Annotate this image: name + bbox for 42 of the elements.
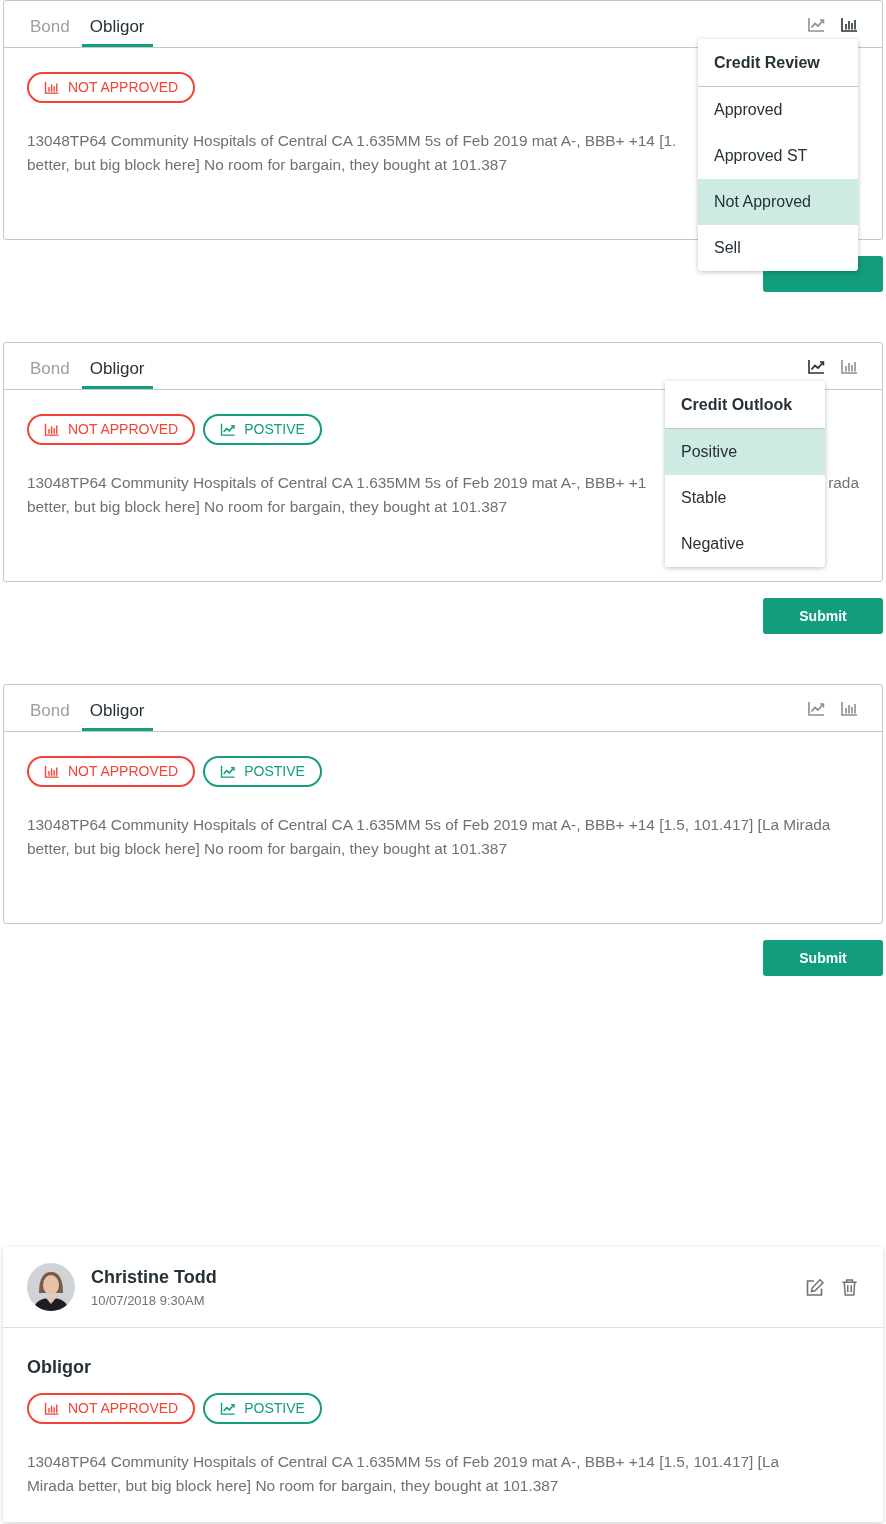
bar-chart-icon <box>44 765 60 778</box>
note-text: 13048TP64 Community Hospitals of Central CA 1.635MM 5s of Feb 2019 mat A-, BBB+ +14 [1.5, 101.417] [La <box>27 1452 779 1472</box>
line-chart-icon <box>220 1402 237 1415</box>
menu-title: Credit Outlook <box>665 380 825 429</box>
tag-label: POSTIVE <box>244 762 305 781</box>
author-name: Christine Todd <box>91 1265 218 1289</box>
tag-label: POSTIVE <box>244 1399 305 1418</box>
tab[interactable]: Obligor <box>81 688 153 731</box>
line-chart-icon[interactable] <box>808 358 825 374</box>
note-text: better, but big block here] No room for bargain, they bought at 101.387 <box>27 497 507 517</box>
note-text: 13048TP64 Community Hospitals of Central CA 1.635MM 5s of Feb 2019 mat A-, BBB+ +14 [1. <box>27 131 677 151</box>
menu-item[interactable]: Not Approved <box>698 178 858 225</box>
note-text: Mirada better, but big block here] No room for bargain, they bought at 101.387 <box>27 1476 559 1496</box>
bar-chart-icon[interactable] <box>841 16 858 32</box>
section-title: Obligor <box>27 1356 92 1379</box>
line-chart-icon <box>220 765 237 778</box>
bar-chart-icon <box>44 81 60 94</box>
menu-item[interactable]: Stable <box>665 474 825 521</box>
tag-label: NOT APPROVED <box>68 1399 179 1418</box>
note-text: 13048TP64 Community Hospitals of Central CA 1.635MM 5s of Feb 2019 mat A-, BBB+ +1 <box>27 473 647 493</box>
note-text: rada <box>828 473 859 493</box>
tag-label: NOT APPROVED <box>68 78 179 97</box>
bar-chart-icon <box>44 423 60 436</box>
bar-chart-icon <box>44 1402 60 1415</box>
edit-icon[interactable] <box>805 1277 824 1297</box>
menu-item[interactable]: Sell <box>698 224 858 271</box>
tag-label: POSTIVE <box>244 420 305 439</box>
menu-item[interactable]: Approved <box>698 86 858 133</box>
tag-label: NOT APPROVED <box>68 762 179 781</box>
note-text: better, but big block here] No room for bargain, they bought at 101.387 <box>27 155 507 175</box>
delete-icon[interactable] <box>840 1277 859 1297</box>
tag-label: NOT APPROVED <box>68 420 179 439</box>
menu-title: Credit Review <box>698 38 858 87</box>
note-text: better, but big block here] No room for bargain, they bought at 101.387 <box>27 839 507 859</box>
menu-item[interactable]: Negative <box>665 520 825 567</box>
menu-item[interactable]: Positive <box>665 428 825 475</box>
line-chart-icon <box>220 423 237 436</box>
tab[interactable]: Obligor <box>81 346 153 389</box>
timestamp: 10/07/2018 9:30AM <box>91 1291 206 1310</box>
menu-item[interactable]: Approved ST <box>698 132 858 179</box>
tab[interactable]: Obligor <box>81 4 153 47</box>
note-text: 13048TP64 Community Hospitals of Central CA 1.635MM 5s of Feb 2019 mat A-, BBB+ +14 [1.5, 101.417] [La Mirada <box>27 815 831 835</box>
